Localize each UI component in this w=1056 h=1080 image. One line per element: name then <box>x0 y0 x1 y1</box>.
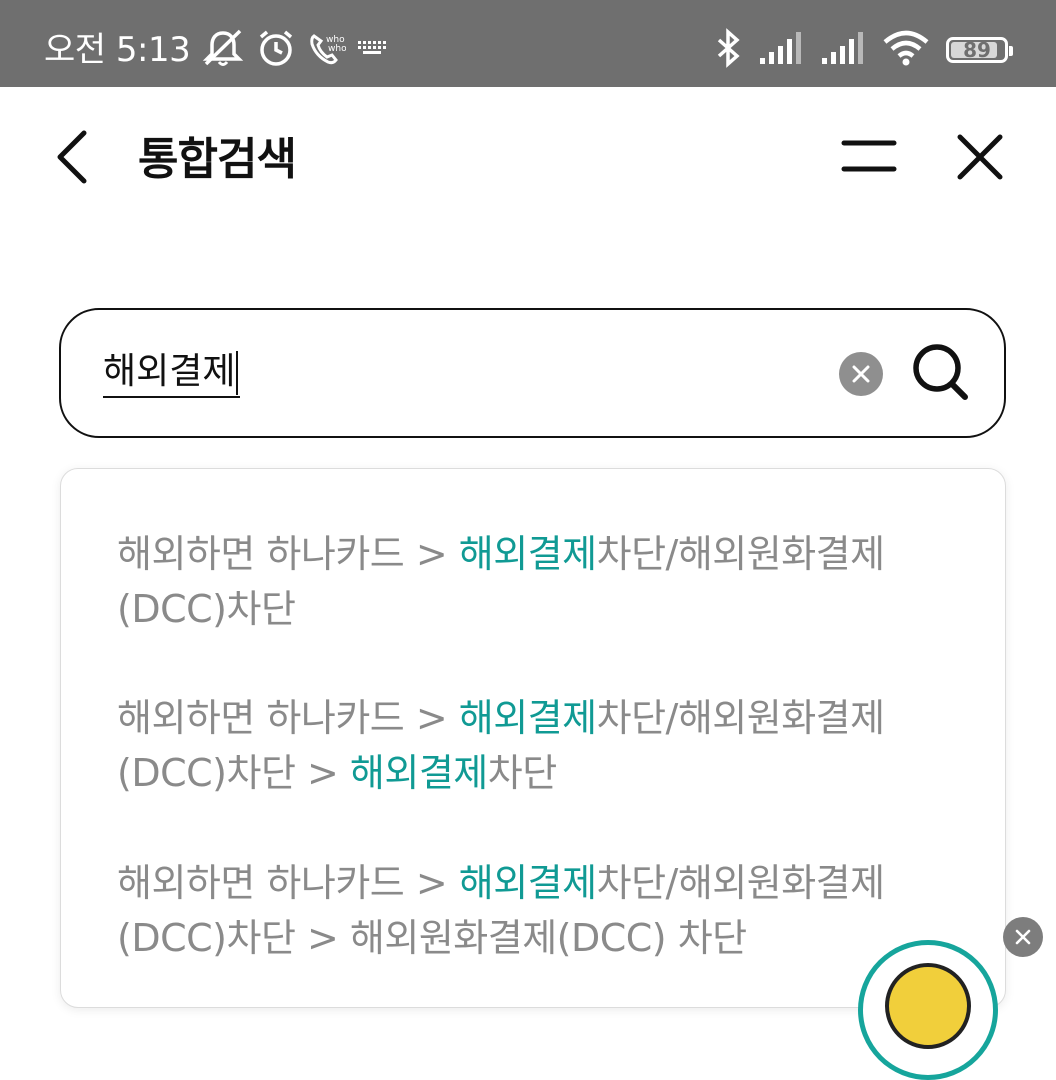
status-bar: 오전 5:13 who who 89 <box>0 0 1056 87</box>
close-icon <box>1015 929 1031 945</box>
suggestion-text: 해외하면 하나카드 > <box>117 532 459 576</box>
header: 통합검색 <box>0 87 1056 227</box>
page-title: 통합검색 <box>138 134 297 185</box>
search-input-value: 해외결제 <box>103 351 236 392</box>
suggestion-text: 해외하면 하나카드 > <box>117 696 459 740</box>
menu-icon <box>841 140 897 172</box>
close-icon <box>957 134 1003 180</box>
wifi-icon <box>882 30 930 70</box>
battery-level: 89 <box>963 38 991 62</box>
keyboard-icon <box>356 33 390 67</box>
search-suggestions: 해외하면 하나카드 > 해외결제차단/해외원화결제(DCC)차단 해외하면 하나… <box>60 468 1006 1008</box>
suggestion-text: 차단 <box>487 751 557 795</box>
suggestion-item[interactable]: 해외하면 하나카드 > 해외결제차단/해외원화결제(DCC)차단 <box>117 527 937 637</box>
status-bar-right: 89 <box>700 22 1013 78</box>
suggestion-item[interactable]: 해외하면 하나카드 > 해외결제차단/해외원화결제(DCC)차단 > 해외결제차… <box>117 691 937 801</box>
clear-icon <box>852 365 870 383</box>
mute-notification-icon <box>200 28 246 72</box>
suggestion-highlight: 해외결제 <box>458 696 597 740</box>
suggestion-highlight: 해외결제 <box>458 861 597 905</box>
search-icon <box>913 344 968 400</box>
chatbot-avatar-icon <box>885 963 971 1049</box>
search-input[interactable]: 해외결제 <box>103 348 241 398</box>
search-button[interactable] <box>911 342 971 404</box>
chatbot-button[interactable] <box>858 940 998 1080</box>
whowho-call-icon: who who <box>306 28 347 72</box>
suggestion-highlight: 해외결제 <box>349 751 488 795</box>
back-button[interactable] <box>46 125 102 189</box>
clear-search-button[interactable] <box>839 352 883 396</box>
suggestion-text: 해외하면 하나카드 > <box>117 861 459 905</box>
svg-text:who: who <box>328 44 346 54</box>
signal-icon <box>820 30 868 70</box>
suggestion-item[interactable]: 해외하면 하나카드 > 해외결제차단/해외원화결제(DCC)차단 > 해외원화결… <box>117 856 937 966</box>
signal-icon <box>758 30 806 70</box>
bluetooth-icon <box>714 28 744 72</box>
close-button[interactable] <box>952 127 1008 187</box>
text-cursor <box>236 351 239 395</box>
close-chatbot-button[interactable] <box>1003 917 1043 957</box>
status-bar-left: 오전 5:13 who who <box>44 22 390 78</box>
back-arrow-icon <box>57 130 87 184</box>
menu-button[interactable] <box>836 131 902 183</box>
status-time: 오전 5:13 <box>44 30 191 70</box>
alarm-icon <box>256 28 296 72</box>
battery-icon: 89 <box>946 37 1013 63</box>
suggestion-highlight: 해외결제 <box>458 532 597 576</box>
search-box: 해외결제 <box>59 308 1006 438</box>
